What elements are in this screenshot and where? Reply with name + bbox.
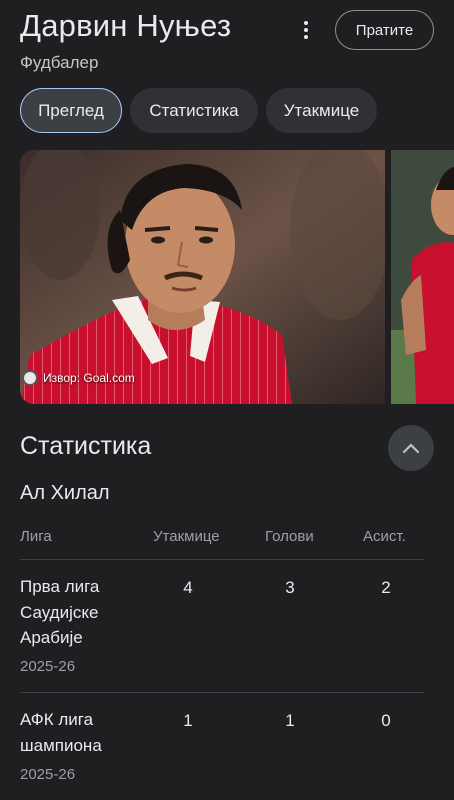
matches-value: 4 [183,578,193,597]
goals-value: 1 [285,711,295,730]
image-source-label: Извор: Goal.com [43,371,135,385]
goals-value: 3 [285,578,295,597]
image-source[interactable]: Извор: Goal.com [22,370,135,386]
column-header-league: Лига [20,528,52,545]
player-role: Фудбалер [20,53,99,72]
tab-statistics[interactable]: Статистика [130,88,258,133]
table-row: АФК лига шампиона 2025-26 1 1 0 [20,693,424,800]
player-name: Дарвин Нуњез [20,8,232,43]
season: 2025-26 [20,658,76,675]
column-header-matches: Утакмице [153,528,220,545]
column-header-goals: Голови [265,528,314,545]
player-photo-secondary[interactable] [391,150,454,404]
header: Дарвин Нуњез Фудбалер Пратите [0,0,454,80]
secondary-photo-illustration [391,150,454,404]
matches-value: 1 [183,711,193,730]
player-photo-illustration [20,150,385,404]
dot [304,21,308,25]
team-name: Ал Хилал [20,482,110,504]
chevron-up-icon [402,443,420,454]
tab-bar: Преглед Статистика Утакмице [20,88,377,133]
statistics-title: Статистика [20,432,152,460]
dot [304,35,308,39]
column-header-assists: Асист. [363,528,406,545]
season: 2025-26 [20,766,76,783]
dot [304,28,308,32]
league-name: АФК лига шампиона [20,710,102,755]
stats-table: Лига Утакмице Голови Асист. Прва лига Са… [20,520,424,800]
assists-value: 2 [381,578,391,597]
assists-value: 0 [381,711,391,730]
league-name: Прва лига Саудијске Арабије [20,577,100,647]
collapse-button[interactable] [388,425,434,471]
source-logo-icon [22,370,38,386]
tab-overview[interactable]: Преглед [20,88,122,133]
player-photo[interactable]: Извор: Goal.com [20,150,385,404]
table-row: Прва лига Саудијске Арабије 2025-26 4 3 … [20,560,424,693]
image-gallery[interactable]: Извор: Goal.com [20,150,454,404]
tab-matches[interactable]: Утакмице [266,88,377,133]
more-options-icon[interactable] [294,17,318,43]
follow-button[interactable]: Пратите [335,10,434,50]
table-header: Лига Утакмице Голови Асист. [20,520,424,560]
